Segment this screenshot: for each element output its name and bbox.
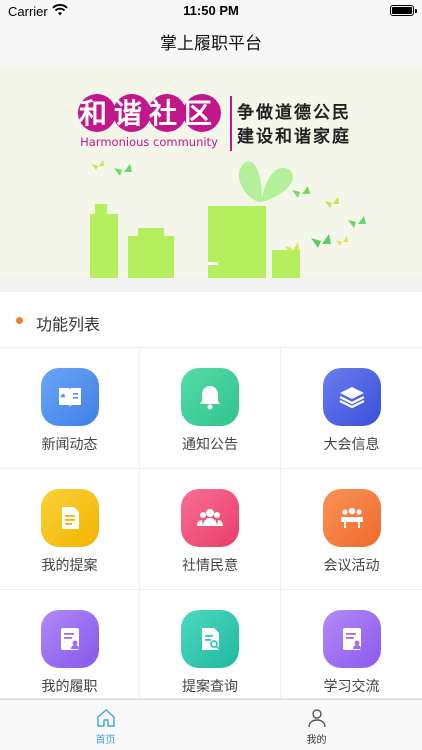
feature-list-header: 功能列表 (0, 292, 422, 348)
slogan-line-1: 争做道德公民 (237, 102, 351, 123)
feature-label: 大会信息 (323, 436, 380, 452)
feature-label: 社情民意 (182, 557, 238, 573)
feature-label: 新闻动态 (41, 436, 98, 452)
feature-my-proposals[interactable]: 我的提案 (0, 469, 140, 590)
badge-subtitle: Harmonious community (80, 135, 218, 149)
feature-my-duties[interactable]: 我的履职 (0, 590, 140, 699)
tab-home[interactable]: 首页 (0, 700, 211, 750)
person-icon (307, 709, 326, 728)
feature-grid: 新闻动态 通知公告 大会信息 我的提案 社情民意 会议活动 我的履职 提案查询 … (0, 348, 422, 699)
feature-news[interactable]: 新闻动态 (0, 348, 140, 469)
feature-label: 学习交流 (323, 678, 380, 694)
badge-text: 和谐社区 (79, 97, 219, 130)
feature-conference-info[interactable]: 大会信息 (281, 348, 422, 469)
profile-card-icon (40, 610, 99, 668)
battery-icon (390, 5, 417, 16)
feature-label: 我的提案 (41, 557, 98, 573)
meeting-icon (322, 489, 381, 547)
feature-proposal-search[interactable]: 提案查询 (140, 590, 281, 699)
study-card-icon (322, 610, 381, 668)
feature-label: 通知公告 (182, 436, 238, 452)
page-title: 掌上履职平台 (160, 34, 262, 53)
document-icon (40, 489, 99, 547)
feature-study-exchange[interactable]: 学习交流 (281, 590, 422, 699)
home-icon (96, 709, 115, 727)
tab-bar: 首页 我的 (0, 699, 422, 750)
banner-image[interactable]: 和谐社区 Harmonious community 争做道德公民 建设和谐家庭 (0, 66, 422, 278)
search-document-icon (181, 610, 239, 668)
feature-notices[interactable]: 通知公告 (140, 348, 281, 469)
harmonious-community-illustration: 和谐社区 Harmonious community 争做道德公民 建设和谐家庭 (0, 66, 422, 278)
status-bar: Carrier 11:50 PM (0, 0, 422, 22)
bullet-dot-icon (16, 317, 23, 324)
section-title: 功能列表 (36, 317, 101, 334)
tab-mine[interactable]: 我的 (211, 700, 422, 750)
layers-icon (322, 368, 381, 426)
community-badge: 和谐社区 Harmonious community (78, 94, 221, 149)
tab-label: 首页 (95, 735, 116, 746)
newspaper-icon (40, 368, 99, 426)
navigation-bar: 掌上履职平台 (0, 22, 422, 66)
feature-meetings[interactable]: 会议活动 (281, 469, 422, 590)
bell-icon (181, 368, 239, 426)
clock: 11:50 PM (183, 3, 239, 18)
section-divider (0, 278, 422, 292)
slogan-line-2: 建设和谐家庭 (237, 126, 351, 147)
feature-public-opinion[interactable]: 社情民意 (140, 469, 281, 590)
feature-label: 提案查询 (182, 678, 238, 694)
tab-label: 我的 (306, 735, 327, 746)
feature-label: 我的履职 (41, 678, 98, 694)
people-icon (181, 489, 239, 547)
feature-label: 会议活动 (323, 557, 380, 573)
